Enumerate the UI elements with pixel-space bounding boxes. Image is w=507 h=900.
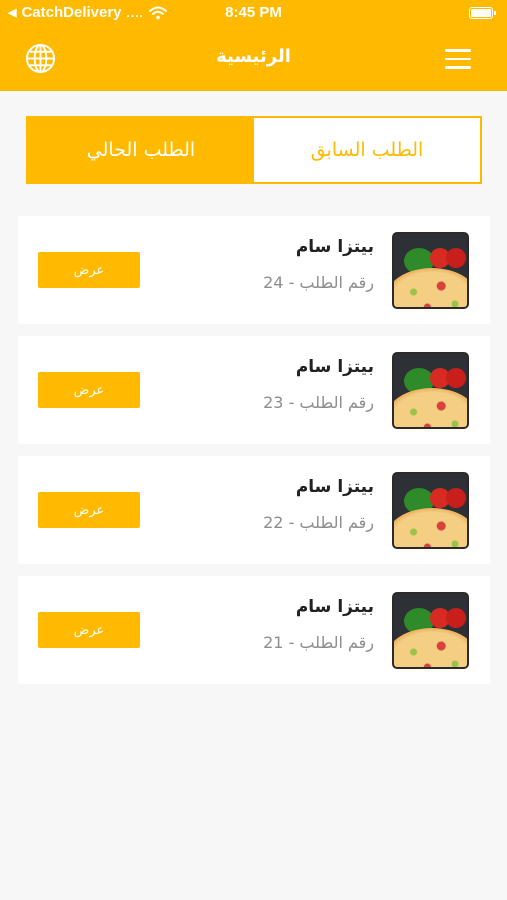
battery-icon	[469, 7, 496, 19]
app-header: ◀ CatchDelivery .... 8:45 PM الرئيسية	[0, 0, 507, 91]
status-time: 8:45 PM	[225, 4, 282, 21]
order-tabs: الطلب الحالي الطلب السابق	[26, 116, 482, 184]
order-card[interactable]: بيتزا سام رقم الطلب - 24 عرض	[18, 216, 490, 324]
item-name: بيتزا سام	[295, 477, 374, 497]
order-card[interactable]: بيتزا سام رقم الطلب - 22 عرض	[18, 456, 490, 564]
pizza-thumbnail	[392, 472, 469, 549]
pizza-thumbnail	[392, 592, 469, 669]
order-number: رقم الطلب - 24	[263, 273, 374, 292]
order-list: بيتزا سام رقم الطلب - 24 عرض بيتزا سام ر…	[18, 216, 490, 696]
view-order-button[interactable]: عرض	[38, 252, 140, 288]
view-order-button[interactable]: عرض	[38, 612, 140, 648]
order-card[interactable]: بيتزا سام رقم الطلب - 23 عرض	[18, 336, 490, 444]
page-title: الرئيسية	[216, 46, 291, 67]
menu-icon[interactable]	[445, 49, 471, 69]
item-name: بيتزا سام	[295, 597, 374, 617]
order-card[interactable]: بيتزا سام رقم الطلب - 21 عرض	[18, 576, 490, 684]
status-bar: ◀ CatchDelivery .... 8:45 PM	[0, 0, 507, 26]
tab-current-order[interactable]: الطلب الحالي	[28, 118, 254, 182]
view-order-button[interactable]: عرض	[38, 492, 140, 528]
pizza-thumbnail	[392, 352, 469, 429]
view-order-button[interactable]: عرض	[38, 372, 140, 408]
item-name: بيتزا سام	[295, 237, 374, 257]
order-number: رقم الطلب - 21	[263, 633, 374, 652]
tab-previous-order[interactable]: الطلب السابق	[254, 118, 480, 182]
order-number: رقم الطلب - 22	[263, 513, 374, 532]
order-number: رقم الطلب - 23	[263, 393, 374, 412]
item-name: بيتزا سام	[295, 357, 374, 377]
pizza-thumbnail	[392, 232, 469, 309]
